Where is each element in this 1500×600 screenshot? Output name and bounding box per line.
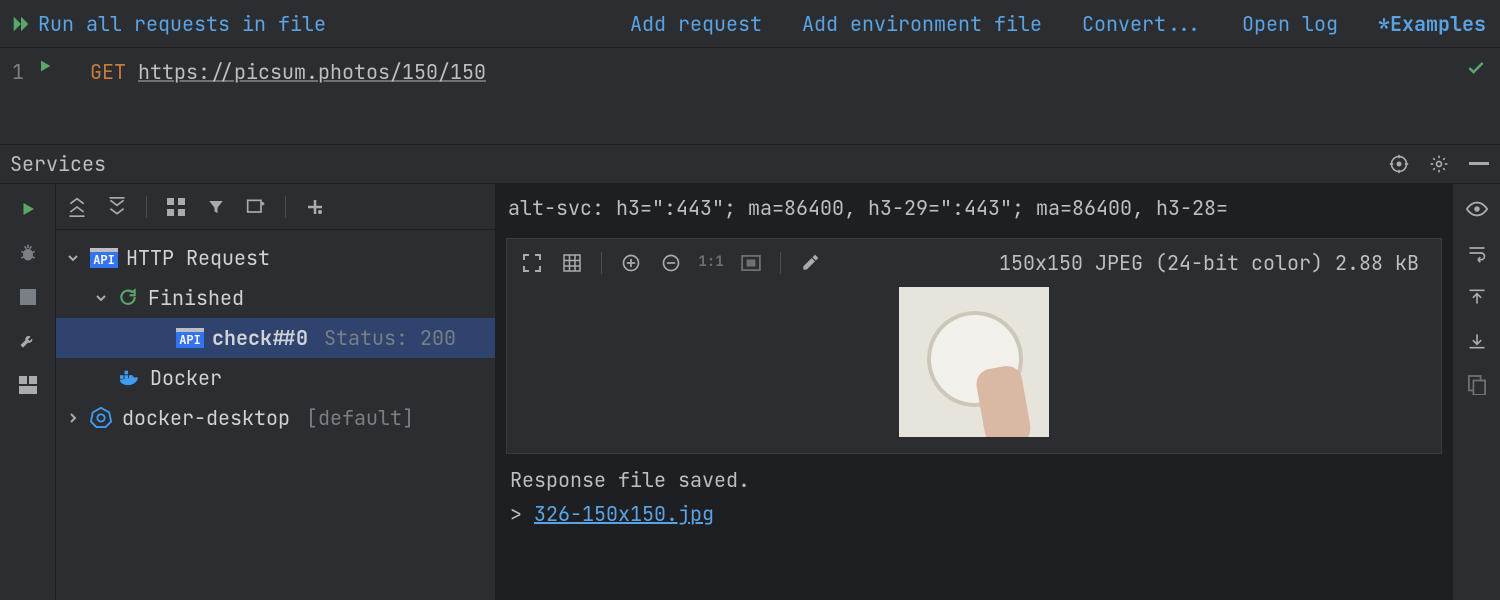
api-icon: API <box>176 328 204 348</box>
tree-label: HTTP Request <box>126 244 270 272</box>
link-prefix: > <box>510 501 534 527</box>
tree-http-request[interactable]: API HTTP Request <box>56 238 495 278</box>
rerun-icon <box>118 287 140 309</box>
chevron-right-icon[interactable] <box>64 412 82 424</box>
http-method: GET <box>90 59 126 85</box>
services-tree-panel: API HTTP Request Finished API check##0 S… <box>56 184 496 600</box>
docker-icon <box>118 368 142 388</box>
run-all-link[interactable]: Run all requests in file <box>38 10 326 38</box>
tree-label: Docker <box>150 364 222 392</box>
editor-status-check-icon <box>1466 48 1500 144</box>
convert-link[interactable]: Convert... <box>1082 10 1202 38</box>
copy-icon[interactable] <box>1466 374 1488 396</box>
collapse-all-icon[interactable] <box>106 196 128 218</box>
image-metadata: 150x150 JPEG (24-bit color) 2.88 kB <box>999 249 1427 277</box>
filter-icon[interactable] <box>205 196 227 218</box>
zoom-in-icon[interactable] <box>620 252 642 274</box>
group-icon[interactable] <box>165 196 187 218</box>
response-saved-text: Response file saved. <box>510 466 1438 494</box>
layout-icon[interactable] <box>17 374 39 396</box>
chevron-down-icon[interactable] <box>64 252 82 264</box>
fit-window-icon[interactable] <box>740 252 762 274</box>
add-env-file-link[interactable]: Add environment file <box>802 10 1042 38</box>
image-canvas[interactable] <box>507 287 1441 453</box>
image-viewer: 1:1 150x150 JPEG (24-bit color) 2.88 kB <box>506 238 1442 454</box>
expand-all-icon[interactable] <box>66 196 88 218</box>
bug-icon[interactable] <box>17 242 39 264</box>
one-to-one-icon[interactable]: 1:1 <box>700 252 722 274</box>
gear-icon[interactable] <box>1428 153 1450 175</box>
open-log-link[interactable]: Open log <box>1242 10 1338 38</box>
response-file-link[interactable]: 326-150x150.jpg <box>534 501 714 527</box>
services-tree: API HTTP Request Finished API check##0 S… <box>56 230 495 438</box>
services-left-gutter <box>0 184 56 600</box>
response-right-gutter <box>1452 184 1500 600</box>
scroll-to-top-icon[interactable] <box>1466 286 1488 308</box>
services-main: API HTTP Request Finished API check##0 S… <box>0 184 1500 600</box>
tree-label: Finished <box>148 284 244 312</box>
color-picker-icon[interactable] <box>799 252 821 274</box>
editor-gutter: 1 <box>0 48 90 144</box>
stop-icon[interactable] <box>17 286 39 308</box>
add-icon[interactable] <box>304 196 326 218</box>
tree-toolbar <box>56 184 495 230</box>
run-icon[interactable] <box>17 198 39 220</box>
fit-content-icon[interactable] <box>521 252 543 274</box>
services-tool-window-header: Services <box>0 144 1500 184</box>
response-footer: Response file saved. > 326-150x150.jpg <box>496 454 1452 528</box>
image-viewer-toolbar: 1:1 150x150 JPEG (24-bit color) 2.88 kB <box>507 239 1441 287</box>
soft-wrap-icon[interactable] <box>1466 242 1488 264</box>
http-url: https://picsum.photos/150/150 <box>138 59 486 85</box>
run-all-icon[interactable] <box>0 13 34 35</box>
editor-line[interactable]: GET https://picsum.photos/150/150 <box>90 48 486 144</box>
tree-check-item[interactable]: API check##0 Status: 200 <box>56 318 495 358</box>
tree-docker[interactable]: · Docker <box>56 358 495 398</box>
tree-status: Status: 200 <box>324 324 456 352</box>
response-panel: alt-svc: h3=":443"; ma=86400, h3-29=":44… <box>496 184 1452 600</box>
minimize-icon[interactable] <box>1468 153 1490 175</box>
api-icon: API <box>90 248 118 268</box>
examples-link[interactable]: *Examples <box>1378 10 1486 38</box>
tree-default-label: [default] <box>306 404 414 432</box>
response-image-thumbnail <box>899 287 1049 437</box>
tree-k8s[interactable]: docker-desktop [default] <box>56 398 495 438</box>
response-file-line: > 326-150x150.jpg <box>510 500 1438 528</box>
add-request-link[interactable]: Add request <box>630 10 762 38</box>
scroll-to-bottom-icon[interactable] <box>1466 330 1488 352</box>
run-line-icon[interactable] <box>30 58 60 74</box>
kubernetes-icon <box>90 406 114 430</box>
grid-icon[interactable] <box>561 252 583 274</box>
target-icon[interactable] <box>1388 153 1410 175</box>
tree-label: check##0 <box>212 324 308 352</box>
tree-finished[interactable]: Finished <box>56 278 495 318</box>
eye-icon[interactable] <box>1466 198 1488 220</box>
zoom-out-icon[interactable] <box>660 252 682 274</box>
chevron-down-icon[interactable] <box>92 292 110 304</box>
services-title: Services <box>10 150 106 178</box>
http-editor: 1 GET https://picsum.photos/150/150 <box>0 48 1500 144</box>
editor-toolbar: Run all requests in file Add request Add… <box>0 0 1500 48</box>
new-panel-icon[interactable] <box>245 196 267 218</box>
line-number: 1 <box>0 58 30 86</box>
response-header-line[interactable]: alt-svc: h3=":443"; ma=86400, h3-29=":44… <box>496 184 1452 232</box>
tree-label: docker-desktop <box>122 404 290 432</box>
wrench-icon[interactable] <box>17 330 39 352</box>
